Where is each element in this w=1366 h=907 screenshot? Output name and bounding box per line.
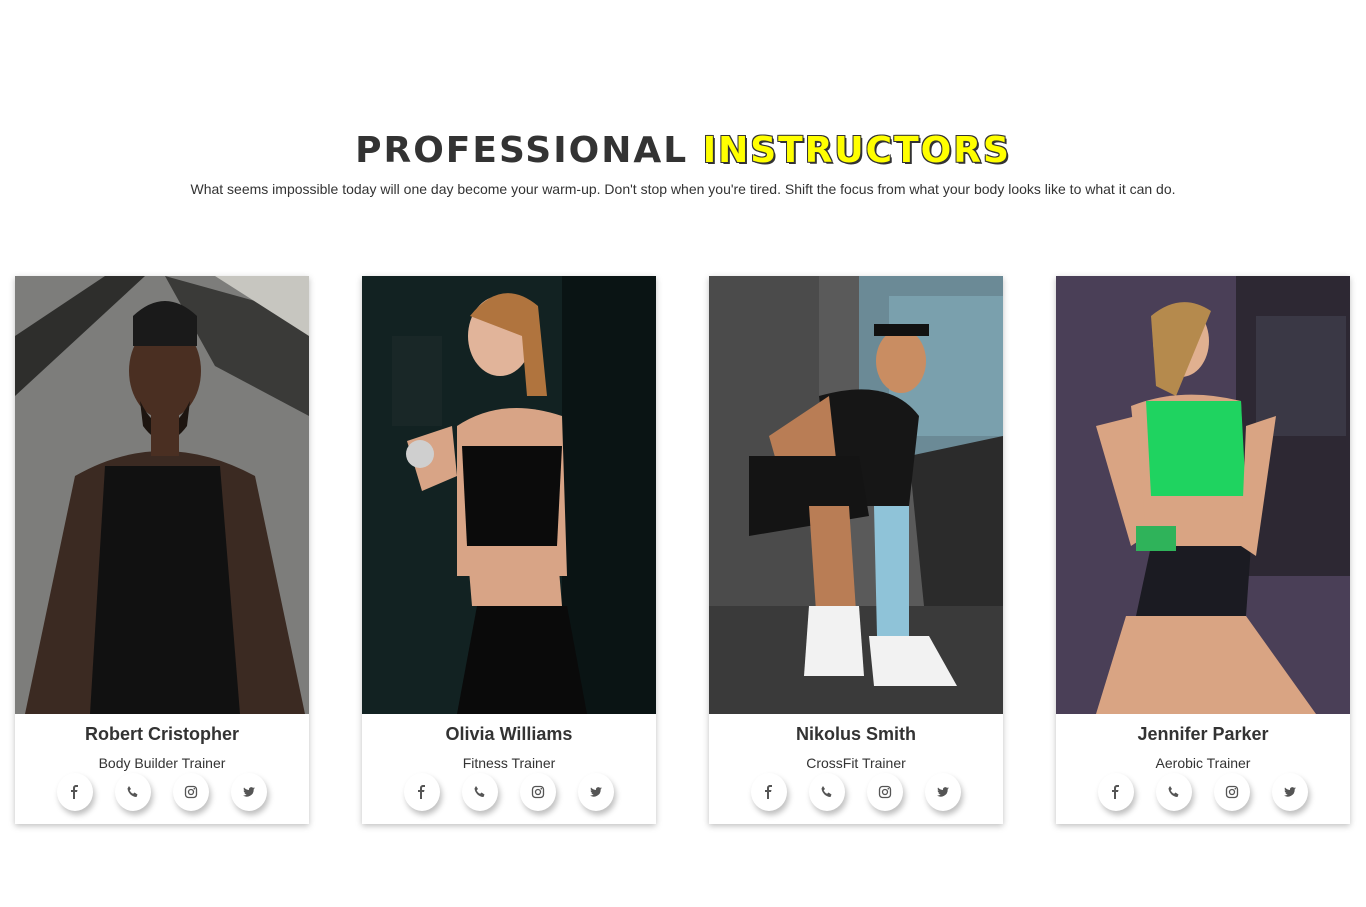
trainer-photo — [362, 276, 656, 714]
twitter-icon[interactable] — [578, 773, 614, 811]
twitter-icon[interactable] — [925, 773, 961, 811]
trainer-card: Jennifer Parker Aerobic Trainer — [1056, 276, 1350, 824]
trainer-photo — [1056, 276, 1350, 714]
instagram-icon[interactable] — [1214, 773, 1250, 811]
phone-icon[interactable] — [809, 773, 845, 811]
trainer-name: Robert Cristopher — [84, 724, 239, 744]
trainer-role: CrossFit Trainer — [806, 755, 906, 771]
trainer-photo-image — [15, 276, 309, 714]
facebook-icon[interactable] — [57, 773, 93, 811]
trainer-role: Body Builder Trainer — [98, 755, 226, 771]
trainer-card: Olivia Williams Fitness Trainer — [362, 276, 656, 824]
phone-icon[interactable] — [115, 773, 151, 811]
title-dark: PROFESSIONAL — [355, 130, 689, 171]
trainer-name: Olivia Williams — [445, 724, 573, 744]
trainer-card: Robert Cristopher Body Builder Trainer — [15, 276, 309, 824]
trainer-photo-image — [709, 276, 1003, 714]
trainer-card: Nikolus Smith CrossFit Trainer — [709, 276, 1003, 824]
twitter-icon[interactable] — [1272, 773, 1308, 811]
twitter-icon[interactable] — [231, 773, 267, 811]
trainer-cards: Robert Cristopher Body Builder Trainer O… — [15, 276, 1350, 824]
instagram-icon[interactable] — [173, 773, 209, 811]
trainer-photo — [15, 276, 309, 714]
social-links — [15, 773, 309, 811]
facebook-icon[interactable] — [1098, 773, 1134, 811]
trainer-photo-image — [1056, 276, 1350, 714]
instagram-icon[interactable] — [520, 773, 556, 811]
trainer-photo-image — [362, 276, 656, 714]
instructors-section: PROFESSIONAL INSTRUCTORS What seems impo… — [0, 0, 1366, 907]
phone-icon[interactable] — [462, 773, 498, 811]
social-links — [362, 773, 656, 811]
social-links — [709, 773, 1003, 811]
trainer-role: Fitness Trainer — [462, 755, 556, 771]
title-accent: INSTRUCTORS — [702, 130, 1011, 171]
facebook-icon[interactable] — [751, 773, 787, 811]
phone-icon[interactable] — [1156, 773, 1192, 811]
trainer-name: Nikolus Smith — [795, 724, 916, 744]
social-links — [1056, 773, 1350, 811]
section-subtitle: What seems impossible today will one day… — [190, 181, 1176, 197]
instagram-icon[interactable] — [867, 773, 903, 811]
facebook-icon[interactable] — [404, 773, 440, 811]
trainer-photo — [709, 276, 1003, 714]
section-title: PROFESSIONAL INSTRUCTORS — [0, 130, 1366, 172]
trainer-name: Jennifer Parker — [1137, 724, 1269, 744]
trainer-role: Aerobic Trainer — [1155, 755, 1251, 771]
